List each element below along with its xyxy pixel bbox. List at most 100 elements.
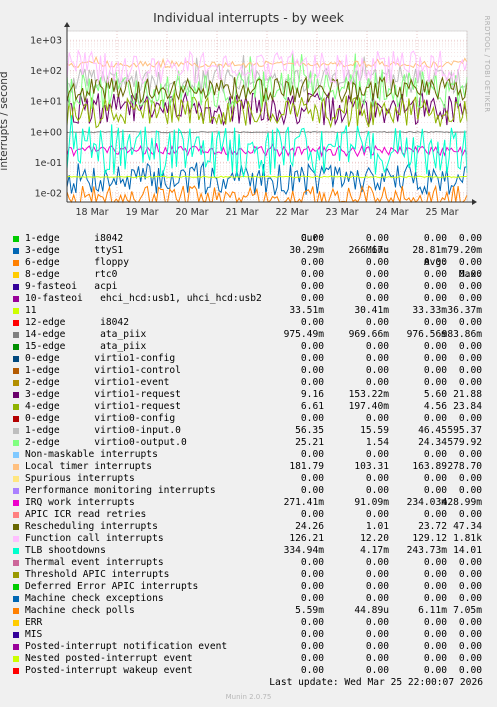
legend-value-min: 0.00 — [365, 581, 389, 592]
legend-value-min: 0.00 — [365, 485, 389, 496]
legend-value-cur: 0.00 — [300, 365, 324, 376]
legend-series-name: 9-fasteoi acpi — [25, 281, 118, 292]
legend-swatch — [13, 368, 19, 374]
legend-value-max: 0.00 — [458, 473, 482, 484]
legend-value-min: 0.00 — [365, 377, 389, 388]
legend-value-cur: 9.16 — [300, 389, 324, 400]
munin-version: Munin 2.0.75 — [225, 693, 272, 701]
legend-series-name: 0-edge virtio0-config — [25, 413, 176, 424]
legend-item: 1-edge virtio1-control 0.00 0.00 0.00 0.00 — [13, 365, 489, 377]
legend-value-max: 983.86m — [441, 329, 482, 340]
legend-swatch — [13, 608, 19, 614]
legend-item: 9-fasteoi acpi 0.00 0.00 0.00 0.00 — [13, 281, 489, 293]
legend-value-max: 428.99m — [441, 497, 482, 508]
legend-value-max: 0.00 — [458, 257, 482, 268]
legend-value-cur: 0.00 — [300, 317, 324, 328]
legend-swatch — [13, 344, 19, 350]
legend-series-name: 1-edge virtio0-input.0 — [25, 425, 181, 436]
legend-value-min: 0.00 — [365, 509, 389, 520]
legend-swatch — [13, 596, 19, 602]
legend-swatch — [13, 392, 19, 398]
legend-series-name: Posted-interrupt notification event — [25, 641, 228, 652]
legend-value-min: 969.66m — [348, 329, 389, 340]
legend-value-max: 0.00 — [458, 569, 482, 580]
legend-value-min: 0.00 — [365, 473, 389, 484]
legend-series-name: Machine check polls — [25, 605, 135, 616]
legend-value-max: 0.00 — [458, 593, 482, 604]
rrdtool-watermark: RRDTOOL / TOBI OETIKER — [483, 15, 491, 113]
legend-value-cur: 33.51m — [289, 305, 324, 316]
legend-swatch — [13, 404, 19, 410]
legend-value-max: 0.00 — [458, 617, 482, 628]
legend-item: Machine check exceptions 0.00 0.00 0.00 0.00 — [13, 593, 489, 605]
legend-value-max: 0.00 — [458, 629, 482, 640]
legend-value-min: 30.41m — [354, 305, 389, 316]
legend-value-cur: 0.00 — [300, 293, 324, 304]
legend-value-cur: 0.00 — [300, 557, 324, 568]
x-tick-label: 24 Mar — [375, 207, 408, 218]
legend-value-min: 0.00 — [365, 557, 389, 568]
legend-value-max: 0.00 — [458, 233, 482, 244]
legend-series-name: 12-edge i8042 — [25, 317, 129, 328]
x-tick-label: 20 Mar — [175, 207, 208, 218]
legend-item: Non-maskable interrupts 0.00 0.00 0.00 0.00 — [13, 449, 489, 461]
legend-swatch — [13, 428, 19, 434]
legend-series-name: 1-edge virtio1-control — [25, 365, 181, 376]
y-tick-label: 1e-02 — [35, 188, 62, 199]
legend-value-max: 0.00 — [458, 485, 482, 496]
legend-series-name: Spurious interrupts — [25, 473, 135, 484]
legend-swatch — [13, 536, 19, 542]
legend-swatch — [13, 260, 19, 266]
legend-swatch — [13, 668, 19, 674]
y-tick-label: 1e+03 — [30, 36, 62, 47]
legend-item: Posted-interrupt notification event 0.00 0… — [13, 641, 489, 653]
last-update: Last update: Wed Mar 25 22:00:07 2026 — [269, 677, 483, 688]
legend-series-name: Local timer interrupts — [25, 461, 153, 472]
legend-item: 2-edge virtio0-output.0 25.21 1.54 24.34 579… — [13, 437, 489, 449]
legend-item: 14-edge ata_piix 975.49m 969.66m 976.56m 983… — [13, 329, 489, 341]
legend-value-min: 0.00 — [365, 365, 389, 376]
legend-value-cur: 0.00 — [300, 257, 324, 268]
legend-value-cur: 126.21 — [289, 533, 324, 544]
legend-value-cur: 0.00 — [300, 569, 324, 580]
legend-series-name: 4-edge virtio1-request — [25, 401, 181, 412]
legend-swatch — [13, 284, 19, 290]
legend-value-min: 0.00 — [365, 617, 389, 628]
legend-swatch — [13, 620, 19, 626]
legend-item: Local timer interrupts 181.79 103.31 163.89… — [13, 461, 489, 473]
legend-swatch — [13, 308, 19, 314]
legend-item: Deferred Error APIC interrupts 0.00 0.00 0.… — [13, 581, 489, 593]
legend-swatch — [13, 464, 19, 470]
legend-value-cur: 0.00 — [300, 629, 324, 640]
legend-swatch — [13, 416, 19, 422]
legend-series-name: 2-edge virtio1-event — [25, 377, 170, 388]
legend-value-max: 0.00 — [458, 641, 482, 652]
legend-value-min: 1.54 — [365, 437, 389, 448]
legend-series-name: Deferred Error APIC interrupts — [25, 581, 199, 592]
legend-value-min: 103.31 — [354, 461, 389, 472]
legend-value-cur: 0.00 — [300, 269, 324, 280]
legend-value-max: 0.00 — [458, 341, 482, 352]
legend-item: MIS 0.00 0.00 0.00 0.00 — [13, 629, 489, 641]
legend-item: APIC ICR read retries 0.00 0.00 0.00 0.00 — [13, 509, 489, 521]
legend-swatch — [13, 236, 19, 242]
legend-value-max: 36.37m — [447, 305, 482, 316]
legend-value-max: 0.00 — [458, 557, 482, 568]
chart-title: Individual interrupts - by week — [153, 10, 344, 25]
legend-series-name: Threshold APIC interrupts — [25, 569, 170, 580]
legend-value-cur: 0.00 — [300, 413, 324, 424]
legend-item: Thermal event interrupts 0.00 0.00 0.00 0.00 — [13, 557, 489, 569]
legend-series-name: 3-edge virtio1-request — [25, 389, 181, 400]
legend-value-cur: 56.35 — [295, 425, 324, 436]
legend-series-name: 1-edge i8042 — [25, 233, 124, 244]
legend-series-name: MIS — [25, 629, 43, 640]
legend-value-max: 0.00 — [458, 665, 482, 676]
legend-value-max: 0.00 — [458, 509, 482, 520]
x-tick-label: 22 Mar — [275, 207, 308, 218]
y-axis-label: interrupts / second — [0, 71, 10, 171]
legend-swatch — [13, 524, 19, 530]
legend-value-min: 0.00 — [365, 233, 389, 244]
legend-swatch — [13, 332, 19, 338]
legend-item: 3-edge virtio1-request 9.16 153.22m 5.60 21.… — [13, 389, 489, 401]
chart-area: 1e+03 1e+02 1e+01 1e+00 1e-01 1e-02 18 Mar 19 M… — [30, 22, 477, 218]
